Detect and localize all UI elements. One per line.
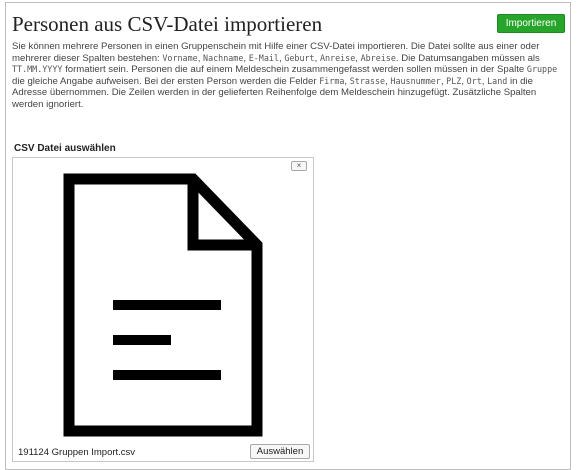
column-name-strasse: Strasse — [349, 75, 386, 86]
date-format: TT.MM.YYYY — [12, 64, 63, 74]
selected-filename: 191124 Gruppen Import.csv — [18, 447, 136, 458]
column-name-geburt: Geburt — [284, 52, 315, 63]
description-part: formatiert sein. Personen die auf einem … — [62, 64, 527, 75]
description-part: die gleiche Angabe aufweisen. Bei der er… — [12, 75, 320, 87]
column-name-email: E-Mail — [248, 52, 279, 63]
csv-file-label: CSV Datei auswählen — [14, 143, 116, 154]
document-line — [113, 300, 221, 310]
document-line — [113, 335, 171, 345]
column-name-gruppe: Gruppe — [526, 64, 558, 74]
import-button[interactable]: Importieren — [497, 14, 565, 33]
import-panel: Personen aus CSV-Datei importieren Impor… — [5, 2, 571, 470]
column-name-ort: Ort — [466, 75, 482, 86]
close-icon[interactable]: × — [291, 161, 307, 171]
column-name-firma: Firma — [319, 75, 345, 86]
column-name-hausnummer: Hausnummer — [390, 75, 441, 86]
page-title: Personen aus CSV-Datei importieren — [12, 12, 323, 36]
column-name-vorname: Vorname — [162, 52, 198, 63]
description-part: . Die Datumsangaben müssen als — [395, 52, 540, 64]
column-name-land: Land — [487, 75, 508, 86]
description-text: Sie können mehrere Personen in einen Gru… — [12, 41, 561, 110]
column-name-abreise: Abreise — [360, 52, 396, 63]
column-name-nachname: Nachname — [203, 52, 244, 63]
column-name-plz: PLZ — [446, 75, 462, 86]
document-line — [113, 370, 221, 380]
column-name-anreise: Anreise — [319, 52, 356, 63]
choose-file-button[interactable]: Auswählen — [250, 444, 310, 459]
document-icon — [63, 173, 263, 437]
file-upload-box[interactable]: × 191124 Gruppen Import.csv Auswählen — [12, 157, 314, 462]
